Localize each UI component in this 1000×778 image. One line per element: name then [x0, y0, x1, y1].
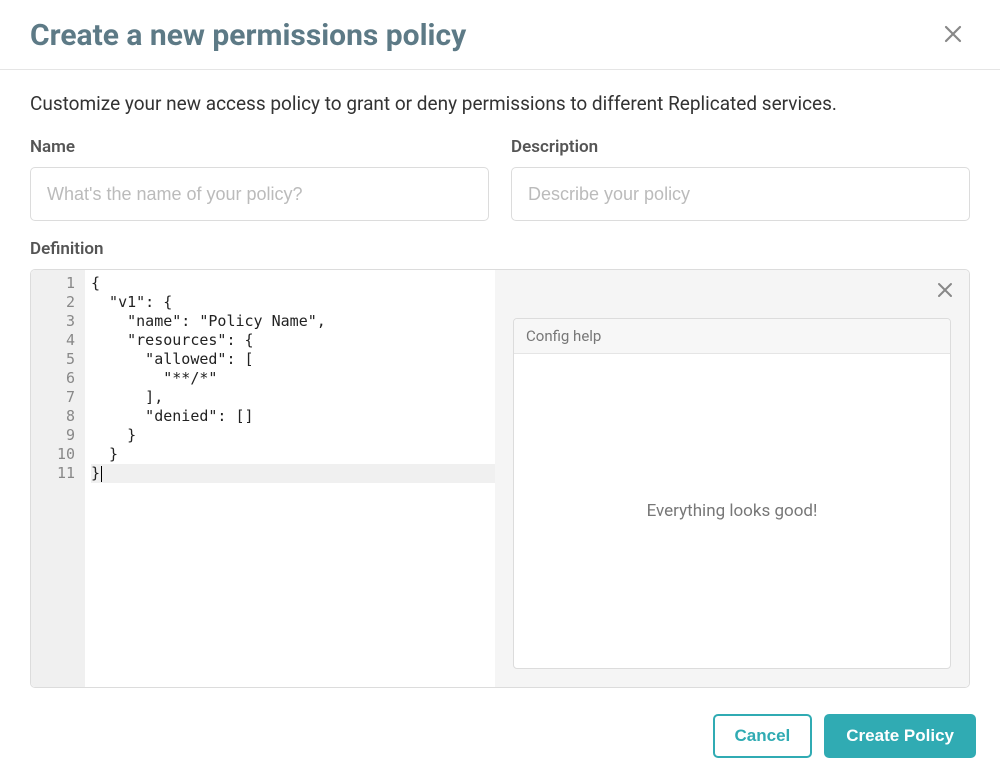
code-line[interactable]: ], [91, 388, 495, 407]
description-group: Description [511, 137, 970, 221]
definition-label: Definition [30, 239, 970, 259]
line-number: 5 [31, 350, 85, 369]
editor-gutter: 1234567891011 [31, 270, 85, 687]
help-box-title: Config help [514, 319, 950, 354]
code-line[interactable]: "v1": { [91, 293, 495, 312]
form-row: Name Description [30, 137, 970, 221]
line-number: 6 [31, 369, 85, 388]
code-line[interactable]: } [91, 426, 495, 445]
line-number: 1 [31, 274, 85, 293]
modal-body: Customize your new access policy to gran… [0, 70, 1000, 698]
modal-footer: Cancel Create Policy [0, 698, 1000, 778]
code-line[interactable]: } [91, 445, 495, 464]
line-number: 10 [31, 445, 85, 464]
code-line[interactable]: "resources": { [91, 331, 495, 350]
modal-title: Create a new permissions policy [30, 18, 466, 53]
description-label: Description [511, 137, 970, 157]
help-panel: Config help Everything looks good! [495, 270, 969, 687]
code-editor[interactable]: 1234567891011 { "v1": { "name": "Policy … [31, 270, 495, 687]
help-status-message: Everything looks good! [514, 354, 950, 668]
line-number: 2 [31, 293, 85, 312]
modal-header: Create a new permissions policy [0, 0, 1000, 70]
description-input[interactable] [511, 167, 970, 221]
editor-content[interactable]: { "v1": { "name": "Policy Name", "resour… [85, 270, 495, 687]
help-box: Config help Everything looks good! [513, 318, 951, 669]
close-icon[interactable] [936, 20, 970, 52]
definition-row: 1234567891011 { "v1": { "name": "Policy … [30, 269, 970, 688]
line-number: 11 [31, 464, 85, 483]
code-line[interactable]: "name": "Policy Name", [91, 312, 495, 331]
help-close-icon[interactable] [937, 282, 953, 302]
create-policy-button[interactable]: Create Policy [824, 714, 976, 758]
intro-text: Customize your new access policy to gran… [30, 92, 970, 115]
code-line[interactable]: "**/*" [91, 369, 495, 388]
cancel-button[interactable]: Cancel [713, 714, 813, 758]
line-number: 4 [31, 331, 85, 350]
code-line[interactable]: "denied": [] [91, 407, 495, 426]
code-line[interactable]: { [91, 274, 495, 293]
name-group: Name [30, 137, 489, 221]
line-number: 7 [31, 388, 85, 407]
line-number: 8 [31, 407, 85, 426]
code-line[interactable]: "allowed": [ [91, 350, 495, 369]
line-number: 3 [31, 312, 85, 331]
definition-section: Definition 1234567891011 { "v1": { "name… [30, 239, 970, 688]
code-line[interactable]: } [91, 464, 495, 483]
create-policy-modal: Create a new permissions policy Customiz… [0, 0, 1000, 778]
line-number: 9 [31, 426, 85, 445]
name-label: Name [30, 137, 489, 157]
name-input[interactable] [30, 167, 489, 221]
